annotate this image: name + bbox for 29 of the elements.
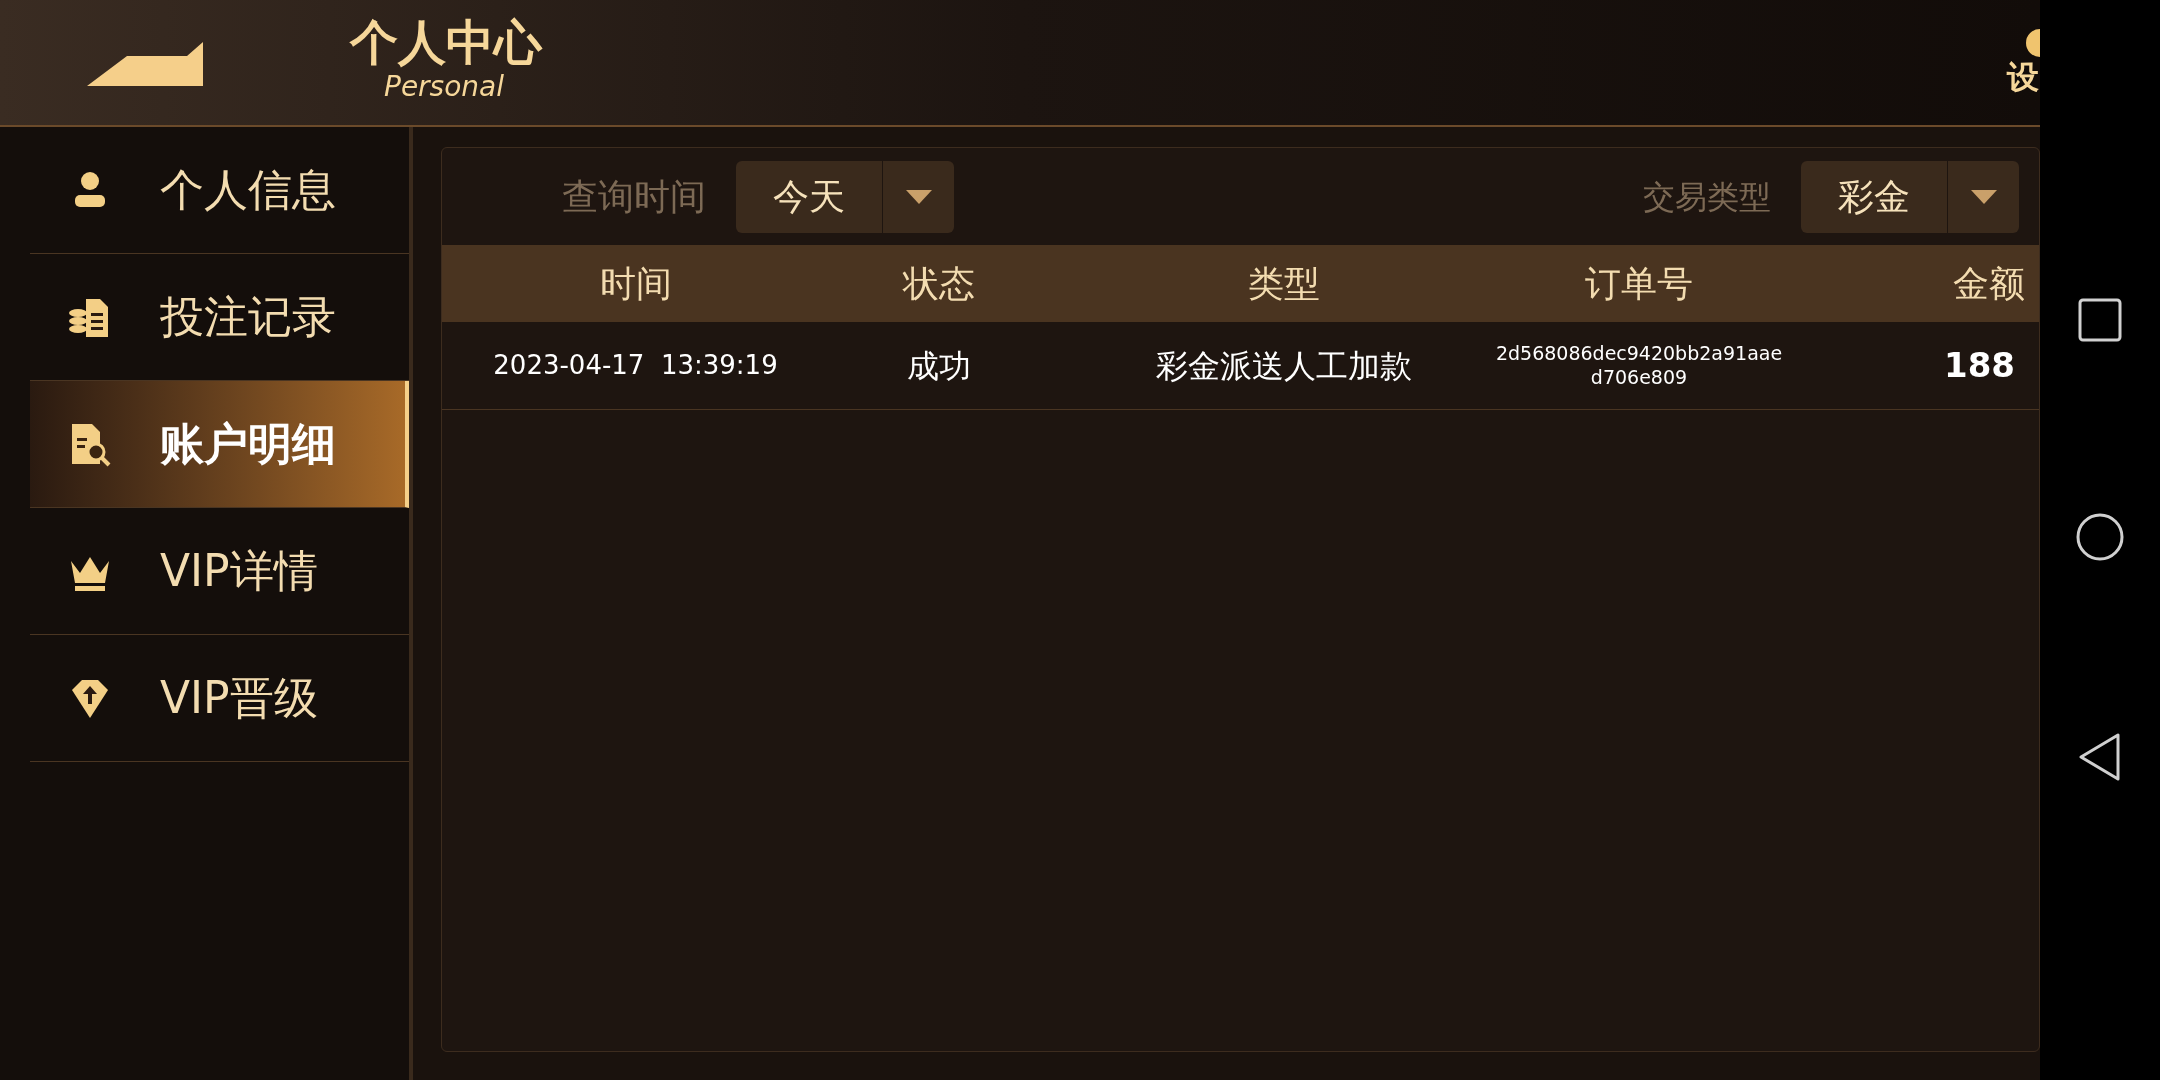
filter-dropdown[interactable]: 今天 (736, 160, 954, 233)
settings-button[interactable]: 设 (1992, 28, 2040, 97)
filter-dropdown[interactable]: 彩金 (1801, 160, 2019, 233)
recent-apps-button[interactable] (2078, 298, 2122, 342)
column-header: 订单号 (1585, 261, 1693, 306)
caret-icon (1970, 189, 1997, 204)
table-cell-text: 成功 (907, 345, 971, 387)
page-subtitle: Personal (384, 68, 506, 105)
sidebar-item[interactable]: 账户明细 (30, 381, 409, 508)
sidebar-item[interactable]: 个人信息 (30, 127, 409, 254)
sidebar-item[interactable]: VIP晋级 (30, 635, 409, 762)
filter-label: 交易类型 (1643, 176, 1771, 218)
page-title: 个人中心 (350, 17, 542, 66)
column-header: 时间 (599, 261, 672, 306)
column-header: 类型 (1248, 261, 1320, 306)
table-cell-text: 2023-04-17 13:39:19 (493, 349, 778, 382)
back-nav-button[interactable] (2078, 732, 2122, 782)
column-header: 金额 (1953, 261, 2025, 306)
column-header: 状态 (903, 261, 975, 306)
table-cell: 2d568086dec9420bb2a91aae d706e809 (1495, 341, 1783, 390)
filter-label: 查询时间 (562, 174, 706, 219)
square-icon (2078, 298, 2122, 342)
table-cell-text: 彩金派送人工加款 (1156, 345, 1412, 387)
circle-icon (2075, 512, 2125, 562)
home-button[interactable] (2075, 512, 2125, 562)
sidebar-item[interactable]: VIP详情 (30, 508, 409, 635)
triangle-icon (2078, 732, 2122, 782)
caret-icon (905, 189, 932, 204)
table-cell-text: 188 (1944, 344, 2015, 387)
